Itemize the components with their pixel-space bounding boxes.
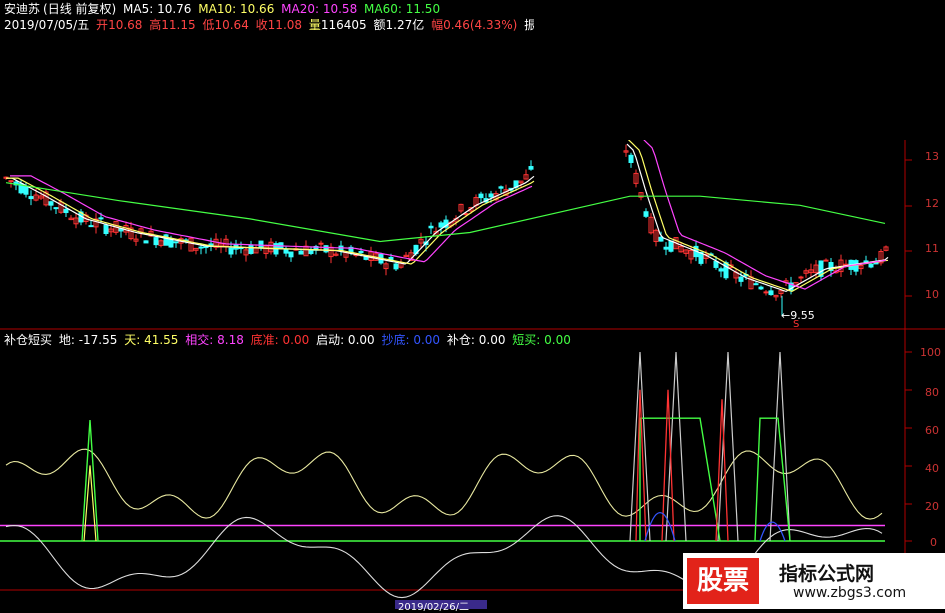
candle-body <box>528 166 534 170</box>
watermark-title: 指标公式网 <box>779 563 875 585</box>
candle-body <box>643 211 649 217</box>
ma10-line <box>6 137 889 293</box>
ind-tick-20: 20 <box>925 500 939 513</box>
candle-body <box>53 207 59 210</box>
ma5-line <box>6 143 889 293</box>
redaction-middle <box>232 280 714 326</box>
candle-body <box>248 244 254 254</box>
sky-line <box>5 448 883 520</box>
watermark-logo: 股票 <box>687 558 759 604</box>
price-tick-12: 12 <box>925 197 939 210</box>
spike-green <box>81 419 99 542</box>
candle-body <box>153 237 159 246</box>
candle-body <box>298 250 304 255</box>
signal-spike <box>665 351 687 542</box>
candle-body <box>723 262 729 279</box>
candle-body <box>753 283 759 286</box>
candle-body <box>863 260 869 263</box>
candle-body <box>63 208 69 214</box>
ind-tick-80: 80 <box>925 386 939 399</box>
candle-body <box>228 247 234 255</box>
watermark-url: www.zbgs3.com <box>793 585 907 601</box>
candle-body <box>288 251 294 258</box>
candle-body <box>718 268 724 272</box>
price-tick-11: 11 <box>925 242 939 255</box>
candle-body <box>868 263 874 268</box>
ind-tick-60: 60 <box>925 424 939 437</box>
candle-body <box>88 225 94 228</box>
candle-body <box>143 240 149 244</box>
candle-body <box>628 154 634 163</box>
candle-body <box>23 185 29 195</box>
price-tick-13: 13 <box>925 150 939 163</box>
ind-tick-40: 40 <box>925 462 939 475</box>
redaction-top <box>534 0 945 140</box>
candle-body <box>768 290 774 296</box>
ind-tick-100: 100 <box>920 346 941 359</box>
candle-body <box>823 259 829 262</box>
candle-body <box>478 193 484 199</box>
ma20-line <box>10 123 887 290</box>
candle-body <box>48 201 54 206</box>
candle-body <box>438 222 444 228</box>
candle-body <box>488 193 494 198</box>
candle-body <box>173 241 179 244</box>
low-price-sub: S <box>793 319 800 330</box>
candle-body <box>198 246 204 249</box>
watermark: 股票 指标公式网 www.zbgs3.com <box>683 553 945 609</box>
candle-body <box>738 276 744 282</box>
signal-spike <box>717 351 739 542</box>
price-tick-10: 10 <box>925 288 939 301</box>
candle-body <box>28 196 34 200</box>
candle-body <box>103 224 109 235</box>
candle-body <box>283 248 289 254</box>
candle-body <box>498 186 504 189</box>
candle-body <box>98 217 104 220</box>
candle-body <box>358 250 364 254</box>
ind-tick-0: 0 <box>930 536 937 549</box>
candle-body <box>763 291 769 294</box>
candle-body <box>428 225 434 229</box>
candle-body <box>393 263 399 270</box>
candle-body <box>713 260 719 268</box>
candle-body <box>798 276 804 279</box>
candle-body <box>323 245 329 253</box>
candle-body <box>668 240 674 252</box>
candle-body <box>318 242 324 245</box>
candle-body <box>853 260 859 272</box>
candle-body <box>663 246 669 250</box>
candle-body <box>758 286 764 290</box>
date-axis-label: 2019/02/26/二 <box>398 602 470 613</box>
